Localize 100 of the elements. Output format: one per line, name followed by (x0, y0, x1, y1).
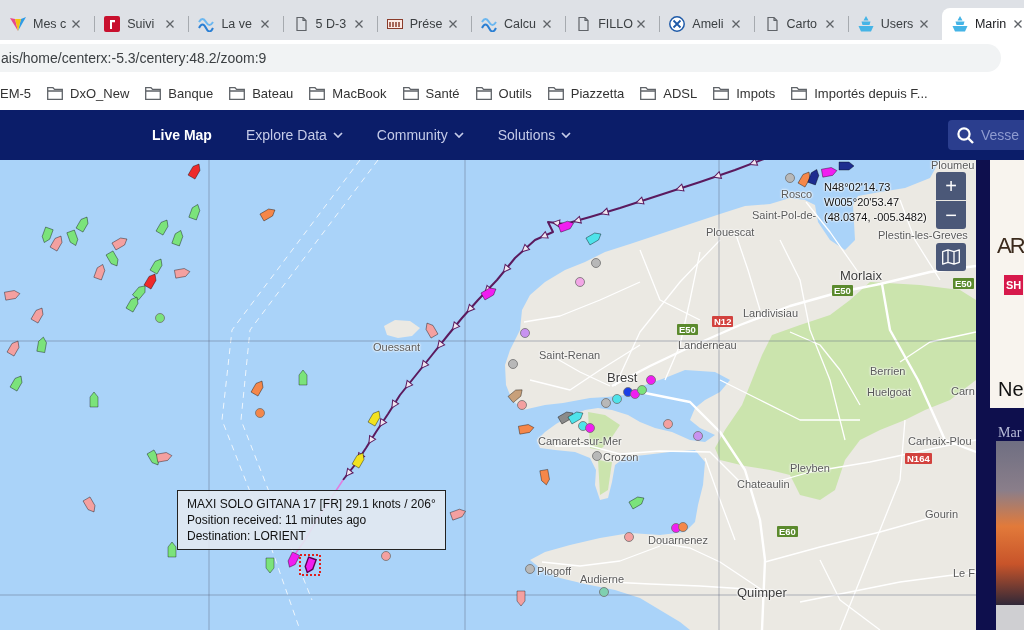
browser-tab[interactable]: Ameli (659, 8, 754, 40)
tooltip-text: Position received: 11 minutes ago (187, 512, 368, 528)
bookmark-link[interactable]: MacBook (309, 85, 387, 101)
coordinate-text: W005°20'53.47 (824, 195, 900, 210)
vessel-dot-icon[interactable] (592, 451, 602, 461)
browser-tab[interactable]: Marin (941, 8, 1024, 40)
close-icon[interactable] (72, 20, 81, 28)
vessel-dot-icon[interactable] (630, 389, 640, 399)
island-area (384, 320, 420, 338)
close-icon[interactable] (825, 20, 834, 28)
place-label: Plestin-les-Greves (878, 229, 968, 241)
direction-arrow-icon (635, 196, 645, 205)
vessel-dot-icon[interactable] (381, 551, 391, 561)
map-icon (942, 249, 960, 265)
vessel-dot-icon[interactable] (663, 419, 673, 429)
folder-icon (402, 86, 419, 100)
place-label: Plogoff (537, 565, 572, 577)
close-icon[interactable] (166, 20, 175, 28)
close-icon[interactable] (919, 20, 928, 28)
bookmark-link[interactable]: EM-5 (0, 85, 32, 101)
bookmark-link[interactable]: ADSL (640, 85, 698, 101)
document-icon (295, 16, 307, 32)
emblem-icon (669, 16, 686, 32)
folder-icon (47, 86, 64, 100)
ship-icon[interactable] (304, 556, 318, 574)
vessel-dot-icon[interactable] (575, 277, 585, 287)
vessel-dot-icon[interactable] (525, 564, 535, 574)
bookmark-link[interactable]: DxO_New (47, 85, 130, 101)
folder-icon (229, 86, 246, 100)
bookmark-link[interactable]: Piazzetta (547, 85, 625, 101)
close-icon[interactable] (1014, 20, 1023, 28)
place-label: Morlaix (840, 268, 882, 283)
close-icon[interactable] (731, 20, 740, 28)
zoom-out-button[interactable]: − (936, 201, 966, 229)
coordinate-text: N48°02'14.73 (824, 180, 892, 195)
document-icon (578, 16, 590, 32)
chevron-down-icon (453, 132, 464, 138)
place-label: Carhaix-Plou (908, 435, 972, 447)
vessel-dot-icon[interactable] (785, 173, 795, 183)
brand-logo-icon (386, 16, 403, 32)
close-icon[interactable] (448, 20, 457, 28)
direction-arrow-icon (600, 207, 610, 216)
browser-tab[interactable]: FILLO (565, 8, 660, 40)
close-icon[interactable] (637, 20, 646, 28)
vessel-dot-icon[interactable] (508, 359, 518, 369)
vessel-dot-icon[interactable] (637, 385, 647, 395)
bookmark-link[interactable]: Santé (402, 85, 460, 101)
vessel-dot-icon[interactable] (255, 408, 265, 418)
browser-tab[interactable]: Suivi (94, 8, 189, 40)
search-field[interactable]: Vesse (948, 120, 1024, 150)
vessel-dot-icon[interactable] (599, 587, 609, 597)
browser-tab[interactable]: 5 D-3 (282, 8, 377, 40)
vessel-dot-icon[interactable] (601, 398, 611, 408)
browser-tab[interactable]: La ve (188, 8, 283, 40)
browser-tab[interactable]: Users (847, 8, 942, 40)
zoom-in-button[interactable]: + (936, 172, 966, 200)
browser-tab[interactable]: Calcu (470, 8, 566, 40)
ad-banner[interactable]: AR SH Ne (990, 160, 1024, 408)
bookmark-link[interactable]: Importés depuis F... (791, 85, 928, 101)
vessel-dot-icon[interactable] (155, 313, 165, 323)
nav-link[interactable]: Explore Data (245, 127, 343, 143)
vessel-dot-icon[interactable] (678, 522, 688, 532)
nav-link[interactable]: Solutions (497, 127, 572, 143)
bookmark-link[interactable]: Bateau (229, 85, 294, 101)
close-icon[interactable] (260, 20, 269, 28)
nav-link[interactable]: Live Map (152, 127, 212, 143)
close-icon[interactable] (543, 20, 552, 28)
folder-icon (791, 86, 808, 100)
bookmark-link[interactable]: Impots (713, 85, 776, 101)
browser-tab[interactable]: Prése (376, 8, 471, 40)
wave-logo-icon (198, 16, 215, 32)
map-layers-button[interactable] (936, 243, 966, 271)
bookmark-link[interactable]: Banque (145, 85, 214, 101)
place-label: Le F (953, 567, 975, 579)
nav-link[interactable]: Community (376, 127, 464, 143)
vessel-dot-icon[interactable] (624, 532, 634, 542)
direction-arrow-icon (573, 215, 582, 224)
browser-tab[interactable]: Mes c (0, 8, 95, 40)
vessel-dot-icon[interactable] (585, 423, 595, 433)
direction-arrow-icon (749, 160, 759, 166)
place-label: Brest (607, 370, 638, 385)
bookmark-link[interactable]: Outils (475, 85, 532, 101)
vessel-dot-icon[interactable] (693, 431, 703, 441)
vessel-dot-icon[interactable] (612, 394, 622, 404)
app-logo-icon (104, 16, 121, 32)
forest-area (598, 460, 612, 495)
place-label: Rosco (781, 188, 813, 200)
vessel-dot-icon[interactable] (591, 258, 601, 268)
close-icon[interactable] (354, 20, 363, 28)
address-field[interactable]: ais/home/centerx:-5.3/centery:48.2/zoom:9 (0, 44, 1001, 72)
ship-logo-icon (951, 16, 968, 32)
road-sign: N12 (712, 316, 734, 327)
folder-icon (640, 86, 657, 100)
browser-tab[interactable]: Carto (753, 8, 848, 40)
place-label: Ouessant (373, 341, 421, 353)
vessel-dot-icon[interactable] (646, 375, 656, 385)
ad-button[interactable]: SH (1004, 275, 1024, 295)
vessel-dot-icon[interactable] (520, 328, 530, 338)
ad-caption: Mar (998, 424, 1022, 441)
vessel-dot-icon[interactable] (517, 400, 527, 410)
